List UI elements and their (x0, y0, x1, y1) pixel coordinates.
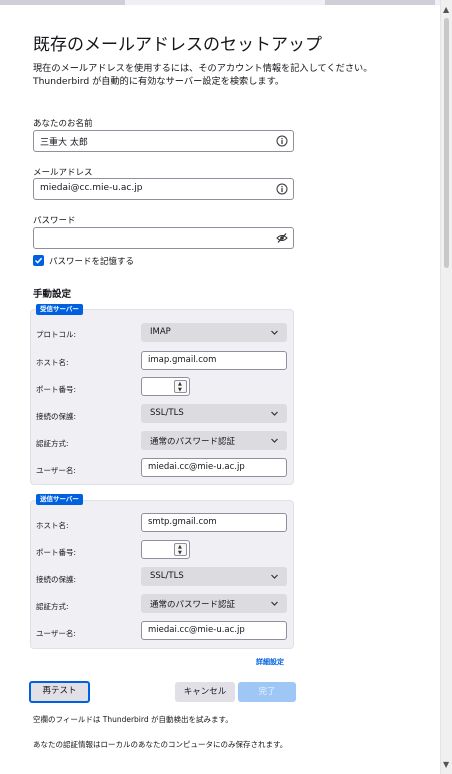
cancel-button[interactable]: キャンセル (175, 682, 235, 702)
password-label: パスワード (33, 216, 76, 226)
page-title: 既存のメールアドレスのセットアップ (33, 35, 322, 55)
chevron-down-icon (271, 601, 278, 606)
incoming-protocol-label: プロトコル: (36, 330, 77, 339)
chevron-down-icon (271, 574, 278, 579)
info-icon[interactable] (276, 183, 288, 195)
chevron-down-icon (271, 330, 278, 335)
scrollbar-thumb[interactable] (444, 18, 449, 268)
incoming-server-badge: 受信サーバー (36, 304, 83, 315)
account-setup-page: 既存のメールアドレスのセットアップ 現在のメールアドレスを使用するには、そのアカ… (0, 0, 440, 774)
scroll-up-icon[interactable]: ▲ (443, 5, 449, 14)
vertical-scrollbar[interactable]: ▲ ▼ (440, 0, 452, 774)
outgoing-auth-value: 通常のパスワード認証 (150, 600, 236, 610)
outgoing-host-input[interactable]: smtp.gmail.com (141, 513, 287, 532)
autodetect-note: 空欄のフィールドは Thunderbird が自動検出を試みます。 (33, 715, 233, 724)
outgoing-user-value: miedai.cc@mie-u.ac.jp (148, 625, 245, 635)
outgoing-host-value: smtp.gmail.com (148, 517, 217, 527)
outgoing-auth-select[interactable]: 通常のパスワード認証 (141, 594, 287, 613)
incoming-host-input[interactable]: imap.gmail.com (141, 351, 287, 370)
chevron-down-icon (271, 411, 278, 416)
incoming-protocol-select[interactable]: IMAP (141, 323, 287, 342)
retest-button[interactable]: 再テスト (29, 681, 90, 703)
credentials-note: あなたの認証情報はローカルのあなたのコンピュータにのみ保存されます。 (33, 740, 288, 749)
email-value: miedai@cc.mie-u.ac.jp (40, 183, 143, 193)
stepper-down-icon[interactable]: ▼ (178, 551, 182, 556)
incoming-auth-value: 通常のパスワード認証 (150, 437, 236, 447)
manual-settings-heading: 手動設定 (33, 289, 72, 300)
outgoing-host-label: ホスト名: (36, 521, 69, 530)
incoming-auth-label: 認証方式: (36, 439, 69, 448)
remember-password-checkbox[interactable] (33, 255, 44, 266)
incoming-user-input[interactable]: miedai.cc@mie-u.ac.jp (141, 458, 287, 477)
outgoing-port-input[interactable]: ▲ ▼ (141, 540, 190, 559)
outgoing-server-badge: 送信サーバー (36, 494, 83, 505)
incoming-auth-select[interactable]: 通常のパスワード認証 (141, 431, 287, 450)
incoming-user-label: ユーザー名: (36, 466, 76, 475)
outgoing-user-input[interactable]: miedai.cc@mie-u.ac.jp (141, 621, 287, 640)
stepper-down-icon[interactable]: ▼ (178, 388, 182, 393)
chevron-down-icon (271, 438, 278, 443)
name-field[interactable]: 三重大 太郎 (33, 130, 294, 152)
outgoing-port-label: ポート番号: (36, 548, 77, 557)
info-icon[interactable] (276, 135, 288, 147)
description-line: Thunderbird が自動的に有効なサーバー設定を検索します。 (33, 76, 285, 87)
email-field[interactable]: miedai@cc.mie-u.ac.jp (33, 178, 294, 200)
incoming-port-input[interactable]: ▲ ▼ (141, 377, 190, 396)
eye-slash-icon[interactable] (276, 232, 288, 244)
incoming-port-label: ポート番号: (36, 385, 77, 394)
incoming-protocol-value: IMAP (150, 327, 171, 337)
name-value: 三重大 太郎 (40, 138, 88, 148)
incoming-security-value: SSL/TLS (150, 408, 184, 418)
incoming-security-select[interactable]: SSL/TLS (141, 404, 287, 423)
advanced-settings-link[interactable]: 詳細設定 (256, 657, 284, 667)
outgoing-auth-label: 認証方式: (36, 602, 69, 611)
outgoing-security-select[interactable]: SSL/TLS (141, 567, 287, 586)
email-label: メールアドレス (33, 168, 93, 178)
outgoing-security-value: SSL/TLS (150, 571, 184, 581)
port-stepper[interactable]: ▲ ▼ (174, 380, 187, 393)
done-button[interactable]: 完了 (238, 682, 296, 702)
scroll-down-icon[interactable]: ▼ (443, 760, 449, 769)
port-stepper[interactable]: ▲ ▼ (174, 543, 187, 556)
incoming-host-value: imap.gmail.com (148, 355, 217, 365)
checkmark-icon (34, 257, 43, 264)
description-line: 現在のメールアドレスを使用するには、そのアカウント情報を記入してください。 (33, 63, 373, 74)
outgoing-security-label: 接続の保護: (36, 575, 77, 584)
remember-password-label: パスワードを記憶する (49, 257, 135, 267)
page-description: 現在のメールアドレスを使用するには、そのアカウント情報を記入してください。 Th… (33, 62, 372, 88)
incoming-user-value: miedai.cc@mie-u.ac.jp (148, 462, 245, 472)
incoming-host-label: ホスト名: (36, 358, 69, 367)
incoming-security-label: 接続の保護: (36, 412, 77, 421)
name-label: あなたのお名前 (33, 119, 93, 129)
outgoing-user-label: ユーザー名: (36, 629, 76, 638)
password-field[interactable] (33, 227, 294, 249)
